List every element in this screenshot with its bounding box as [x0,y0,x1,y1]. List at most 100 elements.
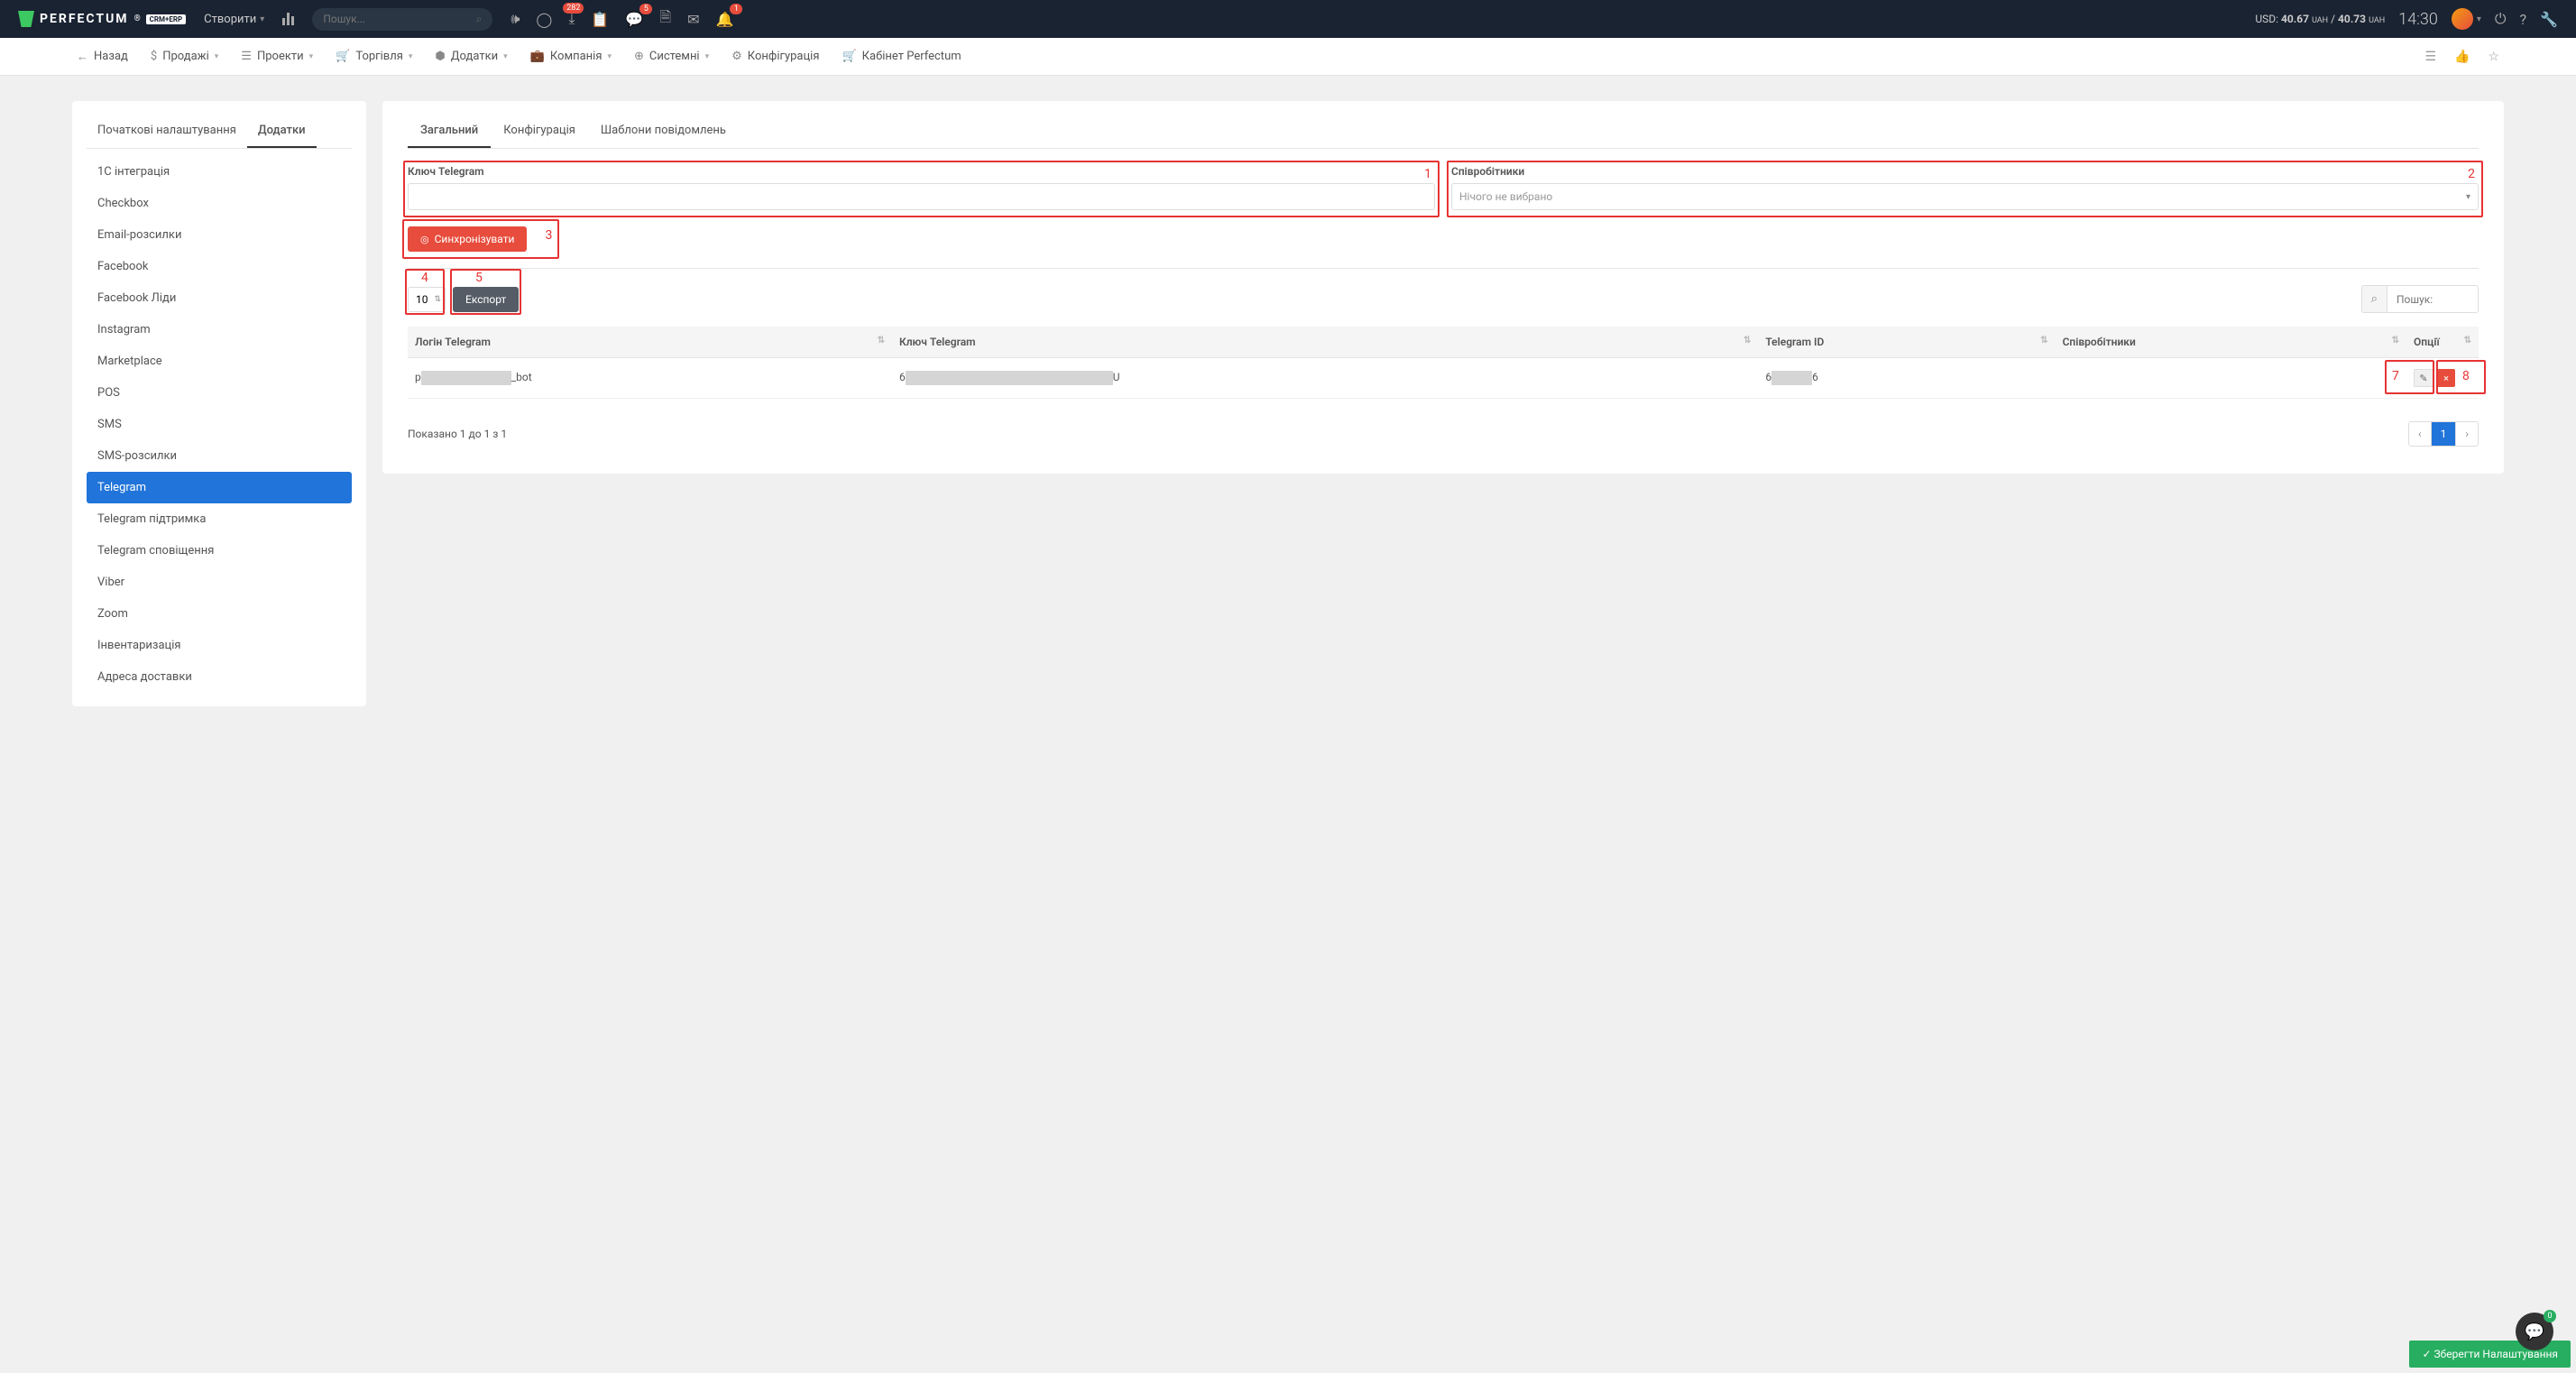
user-menu[interactable]: ▾ [2452,8,2481,30]
page-1[interactable]: 1 [2432,422,2457,446]
sidebar-item-zoom[interactable]: Zoom [87,598,352,630]
nav-thumb-icon[interactable]: 👍 [2454,50,2470,64]
download-badge: 282 [563,3,584,14]
sound-icon[interactable]: 🕪 [511,10,520,28]
sidebar-tab-initial[interactable]: Початкові налаштування [87,115,247,148]
redacted [421,371,511,385]
marker-3: 3 [546,228,553,243]
cart-icon: 🛒 [842,50,856,63]
tab-templates[interactable]: Шаблони повідомлень [588,115,739,148]
help-icon[interactable]: ? [2520,11,2527,28]
fab-badge: 0 [2544,1310,2556,1322]
currency-info: USD: 40.67UAH / 40.73UAH [2255,13,2385,25]
logo[interactable]: PERFECTUM ® [18,11,141,27]
clipboard-icon[interactable]: 📋 [591,11,609,28]
sidebar-item-instagram[interactable]: Instagram [87,314,352,346]
nav-back[interactable]: ←Назад [77,50,128,64]
sidebar-item-inventory[interactable]: Інвентаризація [87,630,352,661]
chat-badge: 5 [639,4,652,14]
nav-trade[interactable]: 🛒Торгівля▾ [336,50,412,63]
sidebar-item-pos[interactable]: POS [87,377,352,409]
sidebar-item-sms-send[interactable]: SMS-розсилки [87,440,352,472]
global-search[interactable]: ⌕ [312,8,492,31]
bell-icon[interactable]: 🔔1 [716,11,734,28]
sort-icon: ⇅ [2392,336,2399,346]
tab-general[interactable]: Загальний [408,115,491,148]
chat-icon[interactable]: 💬5 [625,11,643,28]
logo-mark-icon [18,11,34,27]
marker-1: 1 [1424,167,1431,181]
arrow-left-icon: ← [77,50,88,64]
nav-sales[interactable]: $Продажі▾ [151,50,218,63]
nav-projects[interactable]: ☰Проекти▾ [241,50,313,63]
download-icon[interactable]: ⤓282 [568,10,575,28]
logo-sup: ® [134,14,141,23]
wrench-icon[interactable]: 🔧 [2540,11,2558,28]
sidebar-item-viber[interactable]: Viber [87,567,352,598]
col-key[interactable]: Ключ Telegram⇅ [892,327,1758,358]
sort-icon: ⇅ [1743,336,1751,346]
sidebar-item-marketplace[interactable]: Marketplace [87,346,352,377]
sidebar-tab-addons[interactable]: Додатки [247,115,317,148]
page-prev[interactable]: ‹ [2409,422,2432,446]
settings-sidebar: Початкові налаштування Додатки 1С інтегр… [72,101,366,706]
chevron-down-icon: ▾ [2466,192,2470,202]
edit-button[interactable]: ✎ [2414,369,2433,387]
nav-config[interactable]: ⚙Конфігурація [731,50,819,63]
table-search-input[interactable] [2387,287,2478,312]
nav-cabinet[interactable]: 🛒Кабінет Perfectum [842,50,961,63]
telegram-key-label: Ключ Telegram [408,165,1435,178]
marker-7: 7 [2392,369,2399,383]
doc-icon[interactable]: 🗎 [659,7,671,32]
telegram-key-input[interactable] [408,183,1435,210]
marker-4: 4 [421,271,428,285]
marker-5: 5 [475,271,483,285]
stats-icon[interactable] [282,13,299,25]
create-label: Створити [204,13,256,26]
page-size-select[interactable]: 10 [408,287,446,312]
export-button[interactable]: Експорт [453,287,519,312]
create-dropdown[interactable]: Створити ▾ [204,13,264,26]
sidebar-item-checkbox[interactable]: Checkbox [87,188,352,219]
settings-panel: Загальний Конфігурація Шаблони повідомле… [382,101,2504,474]
briefcase-icon: 💼 [530,50,545,63]
sidebar-item-fb-leads[interactable]: Facebook Ліди [87,282,352,314]
table-search-button[interactable]: ⌕ [2362,286,2387,312]
nav-company[interactable]: 💼Компанія▾ [530,50,612,63]
delete-button[interactable]: × [2437,369,2455,387]
col-tid[interactable]: Telegram ID⇅ [1758,327,2055,358]
sidebar-item-telegram[interactable]: Telegram [87,472,352,503]
sidebar-item-telegram-support[interactable]: Telegram підтримка [87,503,352,535]
nav-layers-icon[interactable]: ☰ [2424,50,2436,64]
sidebar-item-telegram-notify[interactable]: Telegram сповіщення [87,535,352,567]
sidebar-item-address[interactable]: Адреса доставки [87,661,352,693]
chat-fab[interactable]: 💬 0 [2516,1313,2553,1350]
col-opts[interactable]: Опції⇅ [2406,327,2479,358]
nav-addons[interactable]: ⬢Додатки▾ [435,50,507,63]
redacted [906,371,1113,385]
sidebar-item-sms[interactable]: SMS [87,409,352,440]
sidebar-item-facebook[interactable]: Facebook [87,251,352,282]
layers-icon: ☰ [241,50,252,63]
avatar [2452,8,2473,30]
power-icon[interactable]: ⏻ [2495,10,2507,28]
sync-button[interactable]: Синхронізувати [408,226,527,252]
sidebar-item-email[interactable]: Email-розсилки [87,219,352,251]
redacted [1771,371,1812,385]
col-staff[interactable]: Співробітники⇅ [2056,327,2406,358]
message-icon[interactable]: ◯ [536,11,552,28]
col-login[interactable]: Логін Telegram⇅ [408,327,892,358]
staff-select[interactable]: Нічого не вибрано ▾ [1451,183,2479,210]
showing-text: Показано 1 до 1 з 1 [408,428,507,440]
chevron-down-icon: ▾ [260,14,264,24]
staff-label: Співробітники [1451,165,2479,178]
sidebar-item-1c[interactable]: 1С інтеграція [87,156,352,188]
nav-system[interactable]: ⊕Системні▾ [634,50,709,63]
nav-star-icon[interactable]: ☆ [2488,50,2499,64]
tab-config[interactable]: Конфігурація [491,115,588,148]
search-input[interactable] [323,13,475,25]
sliders-icon: ⚙ [731,50,742,63]
page-next[interactable]: › [2456,422,2478,446]
mail-icon[interactable]: ✉ [687,11,699,28]
staff-placeholder: Нічого не вибрано [1459,190,1552,203]
